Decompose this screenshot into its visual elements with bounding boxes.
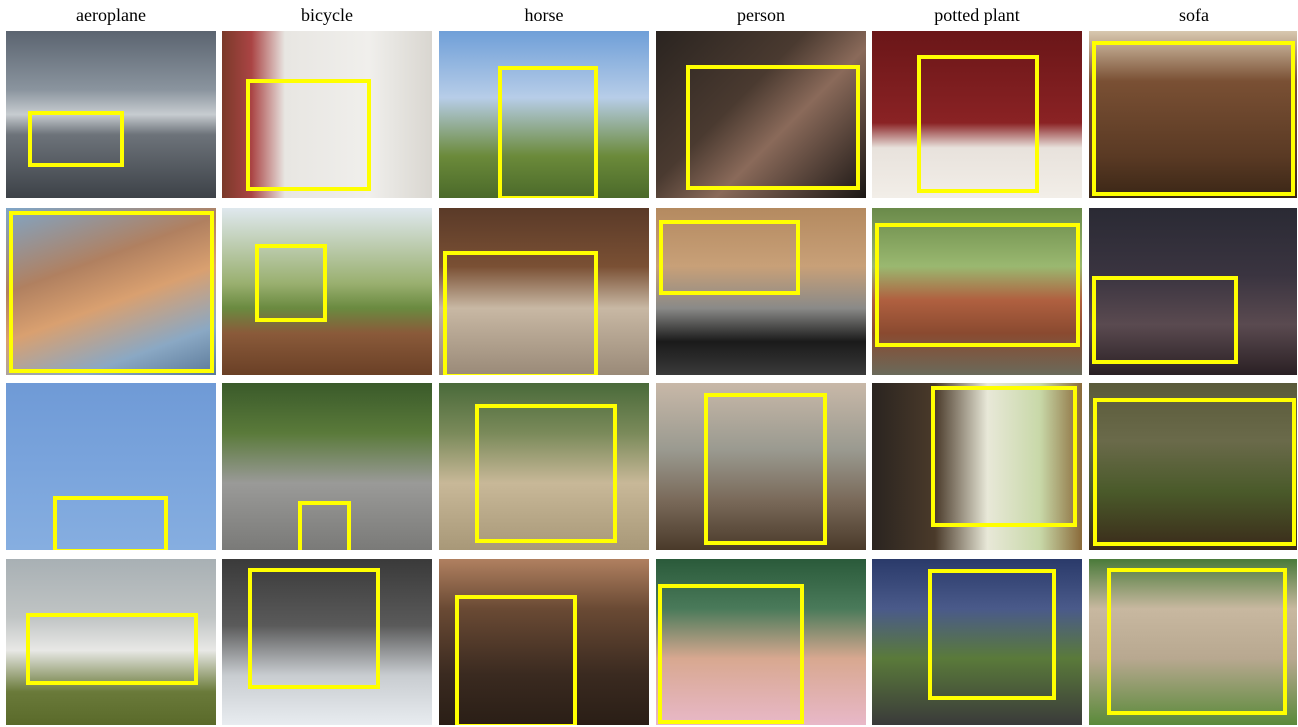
image-cell-sofa-2 — [1089, 208, 1297, 375]
image-cell-person-2 — [656, 208, 866, 375]
bounding-box — [443, 251, 598, 375]
image-cell-horse-1 — [439, 31, 649, 198]
image-cell-person-3 — [656, 383, 866, 550]
bounding-box — [928, 569, 1056, 700]
image-cell-potted-plant-2 — [872, 208, 1082, 375]
image-cell-aeroplane-3 — [6, 383, 216, 550]
bounding-box — [659, 220, 800, 295]
image-cell-aeroplane-1 — [6, 31, 216, 198]
bounding-box — [298, 501, 351, 550]
photo — [222, 208, 432, 375]
bounding-box — [931, 386, 1077, 527]
image-cell-aeroplane-4 — [6, 559, 216, 725]
bounding-box — [248, 568, 380, 689]
image-grid — [0, 31, 1298, 727]
column-title-horse: horse — [524, 5, 564, 25]
bounding-box — [917, 55, 1039, 193]
image-cell-bicycle-4 — [222, 559, 432, 725]
image-cell-bicycle-3 — [222, 383, 432, 550]
image-cell-horse-3 — [439, 383, 649, 550]
image-cell-aeroplane-2 — [6, 208, 216, 375]
bounding-box — [875, 223, 1080, 347]
column-title-person: person — [737, 5, 785, 25]
image-cell-person-1 — [656, 31, 866, 198]
bounding-box — [246, 79, 371, 191]
bounding-box — [704, 393, 827, 545]
bounding-box — [686, 65, 860, 190]
image-cell-potted-plant-3 — [872, 383, 1082, 550]
bounding-box — [455, 595, 577, 725]
column-title-bicycle: bicycle — [301, 5, 353, 25]
bounding-box — [475, 404, 617, 543]
bounding-box — [28, 111, 124, 167]
bounding-box — [1092, 41, 1295, 196]
image-cell-bicycle-2 — [222, 208, 432, 375]
bounding-box — [498, 66, 598, 198]
bounding-box — [1107, 568, 1287, 715]
column-title-sofa: sofa — [1179, 5, 1209, 25]
column-title-potted-plant: potted plant — [934, 5, 1020, 25]
column-header-row: aeroplane bicycle horse person potted pl… — [0, 0, 1298, 30]
bounding-box — [255, 244, 327, 322]
column-title-aeroplane: aeroplane — [76, 5, 146, 25]
image-cell-horse-2 — [439, 208, 649, 375]
bounding-box — [9, 211, 214, 373]
image-cell-person-4 — [656, 559, 866, 725]
bounding-box — [1093, 398, 1296, 546]
image-cell-sofa-1 — [1089, 31, 1297, 198]
image-cell-potted-plant-1 — [872, 31, 1082, 198]
image-cell-bicycle-1 — [222, 31, 432, 198]
image-cell-sofa-4 — [1089, 559, 1297, 725]
bounding-box — [53, 496, 168, 550]
image-cell-sofa-3 — [1089, 383, 1297, 550]
bounding-box — [1092, 276, 1238, 364]
image-cell-potted-plant-4 — [872, 559, 1082, 725]
bounding-box — [658, 584, 804, 724]
bounding-box — [26, 613, 198, 685]
image-cell-horse-4 — [439, 559, 649, 725]
